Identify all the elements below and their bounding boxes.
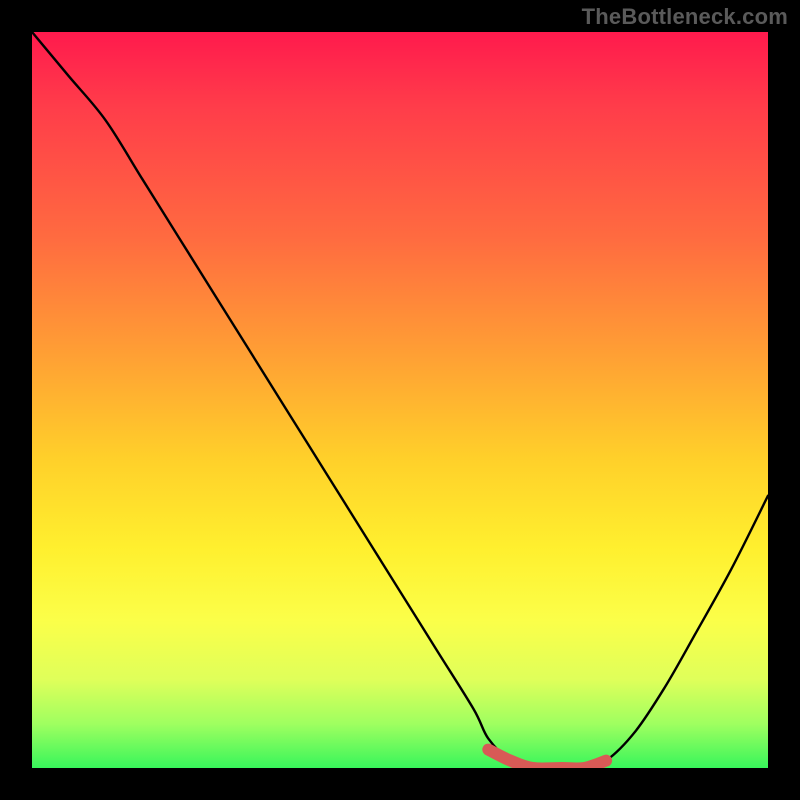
valley-marker [488, 750, 606, 768]
plot-area [32, 32, 768, 768]
watermark-text: TheBottleneck.com [582, 4, 788, 30]
chart-frame: TheBottleneck.com [0, 0, 800, 800]
bottleneck-curve [32, 32, 768, 768]
curve-svg [32, 32, 768, 768]
